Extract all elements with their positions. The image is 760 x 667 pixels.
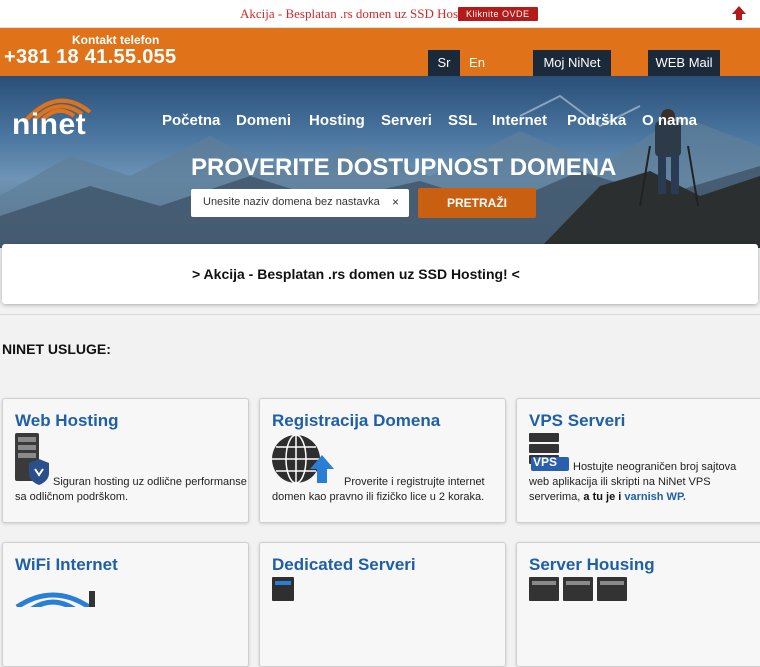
wifi-icon	[15, 591, 95, 607]
clear-icon[interactable]: ×	[392, 195, 399, 209]
card-title[interactable]: VPS Serveri	[529, 411, 625, 431]
nav-item-domeni[interactable]: Domeni	[236, 112, 291, 129]
card-title[interactable]: Dedicated Serveri	[272, 555, 416, 575]
server-shield-icon	[15, 433, 49, 485]
lang-en-button[interactable]: En	[462, 50, 492, 76]
search-placeholder: Unesite naziv domena bez nastavka	[203, 196, 380, 208]
nav-item-podrska[interactable]: Podrška	[567, 112, 626, 129]
contact-strip: Kontakt telefon +381 18 41.55.055	[0, 28, 760, 76]
card-desc-line2: web aplikacija ili skripti na NiNet VPS	[529, 476, 711, 488]
promo-text[interactable]: Akcija - Besplatan .rs domen uz SSD Host…	[240, 6, 483, 22]
scroll-up-icon[interactable]	[731, 5, 747, 21]
lang-sr-button[interactable]: Sr	[428, 50, 460, 76]
moj-ninet-button[interactable]: Moj NiNet	[533, 50, 611, 76]
server-rack-icon	[529, 577, 627, 601]
card-desc-part2: a tu je i	[583, 491, 622, 503]
card-title[interactable]: WiFi Internet	[15, 555, 118, 575]
nav-item-internet[interactable]: Internet	[492, 112, 547, 129]
dedicated-server-icon	[272, 577, 294, 601]
card-web-hosting[interactable]: Web Hosting Siguran hosting uz odlične p…	[2, 398, 249, 523]
nav-item-serveri[interactable]: Serveri	[381, 112, 432, 129]
card-desc-part1: serverima,	[529, 491, 581, 503]
click-here-button[interactable]: Kliknite OVDE	[458, 7, 538, 21]
card-desc-line2: sa odličnom podrškom.	[15, 491, 129, 503]
webmail-button[interactable]: WEB Mail	[648, 50, 720, 76]
services-title: NINET USLUGE:	[2, 341, 111, 357]
globe-upload-icon	[272, 434, 334, 484]
promo-banner: > Akcija - Besplatan .rs domen uz SSD Ho…	[2, 244, 758, 304]
card-desc-line1: Siguran hosting uz odlične performanse	[53, 476, 247, 488]
card-server-housing[interactable]: Server Housing	[516, 542, 760, 667]
contact-label: Kontakt telefon	[72, 33, 160, 47]
card-wifi-internet[interactable]: WiFi Internet	[2, 542, 249, 667]
hero-section: ninet Početna Domeni Hosting Serveri SSL…	[0, 76, 760, 248]
card-vps-serveri[interactable]: VPS Serveri VPS Hostujte neograničen bro…	[516, 398, 760, 523]
nav-item-pocetna[interactable]: Početna	[162, 112, 220, 129]
card-registracija-domena[interactable]: Registracija Domena Proverite i registru…	[259, 398, 506, 523]
card-dedicated-serveri[interactable]: Dedicated Serveri	[259, 542, 506, 667]
card-desc-line1: Proverite i registrujte internet	[344, 476, 485, 488]
search-button[interactable]: PRETRAŽI	[418, 188, 536, 218]
nav-item-o-nama[interactable]: O nama	[642, 112, 697, 129]
varnish-link[interactable]: varnish WP.	[624, 491, 686, 503]
vps-badge: VPS	[533, 455, 558, 469]
card-desc-line2: domen kao pravno ili fizičko lice u 2 ko…	[272, 491, 485, 503]
card-desc-line3: serverima, a tu je i varnish WP.	[529, 490, 686, 505]
promo-banner-text[interactable]: > Akcija - Besplatan .rs domen uz SSD Ho…	[192, 266, 520, 282]
divider	[0, 314, 760, 315]
card-title[interactable]: Registracija Domena	[272, 411, 440, 431]
nav-item-hosting[interactable]: Hosting	[309, 112, 365, 129]
card-desc-line1: Hostujte neograničen broj sajtova	[573, 461, 737, 473]
card-title[interactable]: Web Hosting	[15, 411, 119, 431]
card-title[interactable]: Server Housing	[529, 555, 655, 575]
nav-item-ssl[interactable]: SSL	[448, 112, 477, 129]
contact-phone[interactable]: +381 18 41.55.055	[4, 46, 176, 69]
main-nav: Početna Domeni Hosting Serveri SSL Inter…	[0, 112, 760, 134]
top-promo-bar: Akcija - Besplatan .rs domen uz SSD Host…	[0, 0, 760, 28]
hero-headline: PROVERITE DOSTUPNOST DOMENA	[191, 154, 617, 181]
domain-search-input[interactable]: Unesite naziv domena bez nastavka ×	[191, 189, 409, 217]
